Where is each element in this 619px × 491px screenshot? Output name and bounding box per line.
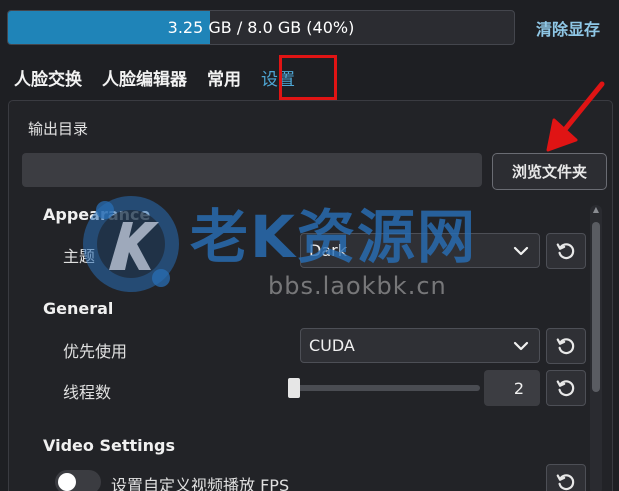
video-settings-section-title: Video Settings: [43, 436, 175, 455]
reset-icon: [556, 380, 575, 397]
priority-label: 优先使用: [63, 342, 128, 361]
vram-usage-text: 3.25 GB / 8.0 GB (40%): [167, 18, 355, 37]
threads-slider-handle[interactable]: [288, 378, 300, 398]
main-tabs: 人脸交换 人脸编辑器 常用 设置: [14, 64, 295, 96]
browse-folder-button[interactable]: 浏览文件夹: [492, 153, 607, 190]
watermark-text: 老K资源网: [190, 203, 477, 271]
red-arrow-annotation-icon: [546, 81, 605, 152]
watermark-logo-icon: [83, 196, 179, 292]
general-section-title: General: [43, 299, 114, 318]
scroll-up-arrow-icon[interactable]: ▲: [592, 205, 600, 215]
watermark-url: bbs.laokbk.cn: [268, 272, 447, 300]
threads-slider-track[interactable]: [290, 385, 480, 391]
chevron-down-icon: [513, 246, 529, 256]
custom-fps-toggle-knob: [58, 473, 76, 491]
priority-select-value: CUDA: [309, 336, 355, 355]
tab-settings-highlight-box: [279, 55, 337, 100]
clear-vram-button[interactable]: 清除显存: [536, 14, 600, 42]
settings-window: 3.25 GB / 8.0 GB (40%) 清除显存 人脸交换 人脸编辑器 常…: [0, 0, 619, 491]
vram-usage-bar: 3.25 GB / 8.0 GB (40%): [7, 10, 515, 45]
custom-fps-label: 设置自定义视频播放 FPS: [111, 476, 290, 491]
threads-reset-button[interactable]: [546, 370, 586, 406]
reset-icon: [556, 243, 575, 260]
reset-icon: [556, 474, 575, 491]
chevron-down-icon: [513, 341, 529, 351]
tab-face-swap[interactable]: 人脸交换: [14, 64, 82, 96]
priority-select[interactable]: CUDA: [300, 328, 540, 363]
settings-scrollbar-thumb[interactable]: [592, 222, 600, 392]
threads-number-input[interactable]: 2: [484, 370, 540, 406]
tab-face-editor[interactable]: 人脸编辑器: [102, 64, 187, 96]
theme-reset-button[interactable]: [546, 233, 586, 269]
custom-fps-reset-button[interactable]: [546, 464, 586, 491]
output-directory-label: 输出目录: [28, 120, 89, 138]
tab-common[interactable]: 常用: [207, 64, 241, 96]
output-directory-input[interactable]: [22, 153, 482, 187]
priority-reset-button[interactable]: [546, 328, 586, 364]
threads-label: 线程数: [63, 383, 112, 402]
reset-icon: [556, 338, 575, 355]
